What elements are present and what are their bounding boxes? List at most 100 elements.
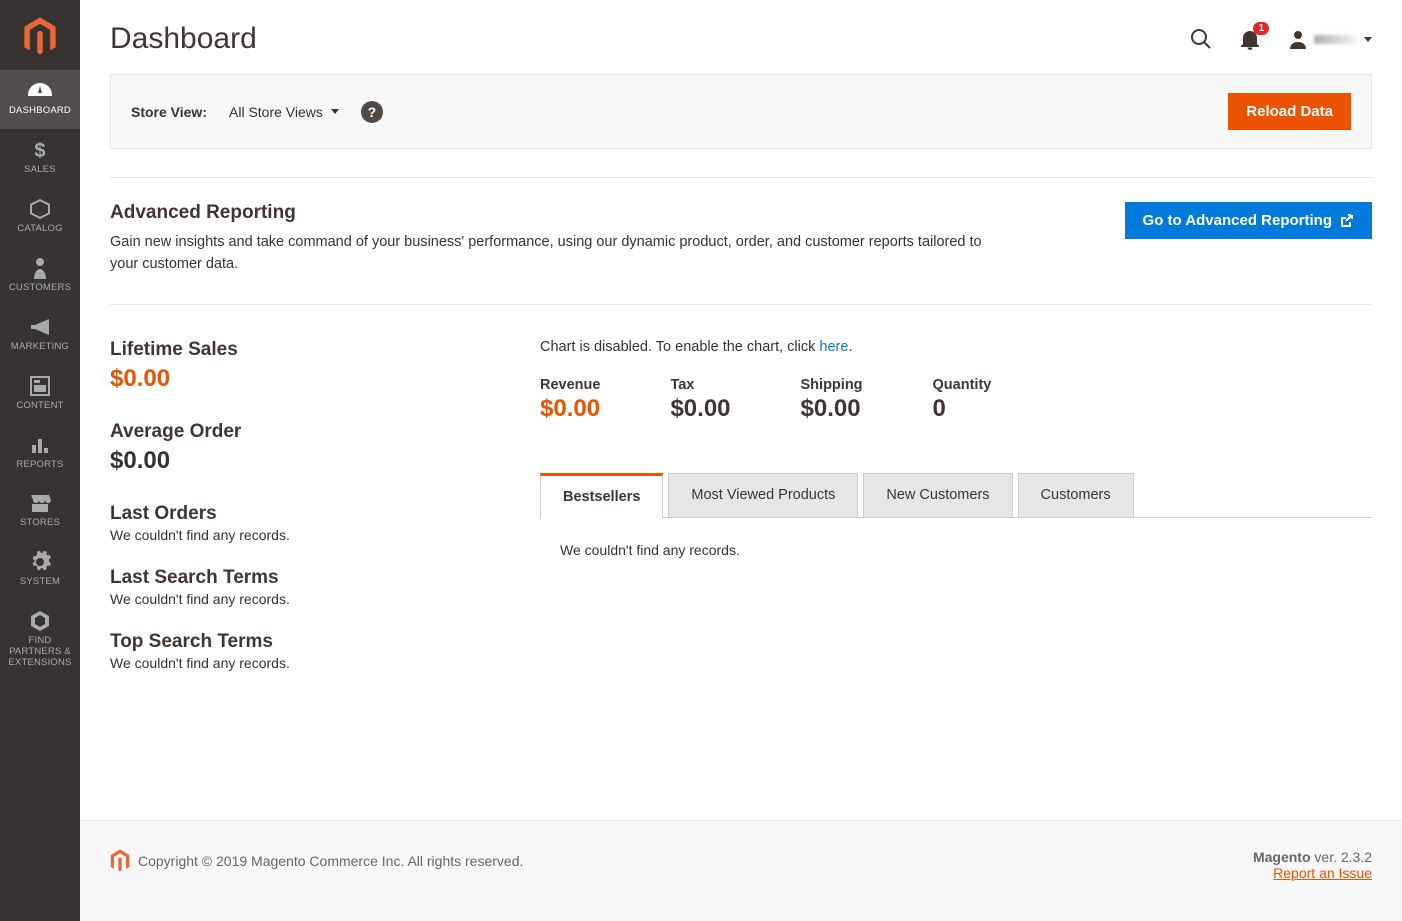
help-icon[interactable]: ?	[361, 101, 383, 123]
page-title: Dashboard	[110, 22, 257, 56]
footer-version-value: ver. 2.3.2	[1311, 849, 1372, 865]
user-menu[interactable]	[1288, 29, 1372, 49]
sidebar-item-label: DASHBOARD	[9, 106, 71, 117]
notification-badge: 1	[1253, 22, 1269, 35]
advanced-reporting-section: Advanced Reporting Gain new insights and…	[110, 177, 1372, 304]
top-search-terms-block: Top Search Terms We couldn't find any re…	[110, 631, 510, 671]
sidebar-item-label: CATALOG	[17, 224, 62, 235]
megaphone-icon	[28, 316, 52, 338]
average-order-value: $0.00	[110, 447, 510, 475]
footer-copyright: Copyright © 2019 Magento Commerce Inc. A…	[138, 853, 523, 869]
store-view-bar: Store View: All Store Views ? Reload Dat…	[110, 74, 1372, 149]
metric-quantity-label: Quantity	[933, 377, 992, 393]
magento-logo-icon	[23, 17, 57, 57]
bars-icon	[28, 434, 52, 456]
tab-content: We couldn't find any records.	[540, 518, 1372, 582]
top-search-terms-empty: We couldn't find any records.	[110, 655, 510, 671]
metric-tax: Tax $0.00	[670, 377, 730, 423]
store-view-label: Store View:	[131, 104, 207, 120]
last-orders-title: Last Orders	[110, 503, 510, 525]
tab-bestsellers[interactable]: Bestsellers	[540, 473, 663, 518]
last-orders-empty: We couldn't find any records.	[110, 527, 510, 543]
footer-version-label: Magento	[1253, 849, 1311, 865]
metric-revenue: Revenue $0.00	[540, 377, 600, 423]
lifetime-sales-label: Lifetime Sales	[110, 339, 510, 361]
tab-most-viewed[interactable]: Most Viewed Products	[668, 473, 858, 517]
external-link-icon	[1340, 214, 1354, 228]
last-search-terms-block: Last Search Terms We couldn't find any r…	[110, 567, 510, 607]
sidebar-item-dashboard[interactable]: DASHBOARD	[0, 70, 80, 129]
metric-shipping-value: $0.00	[801, 395, 863, 423]
sidebar-item-marketing[interactable]: MARKETING	[0, 306, 80, 365]
gear-icon	[28, 551, 52, 573]
lifetime-sales-value: $0.00	[110, 365, 510, 393]
last-search-terms-empty: We couldn't find any records.	[110, 591, 510, 607]
layout-icon	[28, 375, 52, 397]
top-search-terms-title: Top Search Terms	[110, 631, 510, 653]
sidebar-item-label: FIND PARTNERS & EXTENSIONS	[3, 636, 77, 669]
sidebar-item-system[interactable]: SYSTEM	[0, 541, 80, 600]
search-icon[interactable]	[1190, 28, 1212, 50]
sidebar-item-catalog[interactable]: CATALOG	[0, 188, 80, 247]
person-icon	[28, 257, 52, 279]
dollar-icon: $	[28, 139, 52, 161]
notifications-button[interactable]: 1	[1240, 28, 1260, 50]
sidebar-item-label: MARKETING	[11, 342, 69, 353]
tab-customers[interactable]: Customers	[1018, 473, 1134, 517]
sidebar-item-label: REPORTS	[16, 460, 63, 471]
sidebar-item-label: SYSTEM	[20, 577, 60, 588]
sidebar-item-partners[interactable]: FIND PARTNERS & EXTENSIONS	[0, 600, 80, 681]
store-view-selected: All Store Views	[229, 104, 323, 120]
sidebar-item-label: CUSTOMERS	[9, 283, 71, 294]
sidebar-item-reports[interactable]: REPORTS	[0, 424, 80, 483]
chart-msg-pre: Chart is disabled. To enable the chart, …	[540, 339, 819, 355]
sidebar-item-label: CONTENT	[16, 401, 63, 412]
sidebar-item-label: STORES	[20, 518, 60, 529]
partners-icon	[28, 610, 52, 632]
sidebar-item-sales[interactable]: $ SALES	[0, 129, 80, 188]
last-orders-block: Last Orders We couldn't find any records…	[110, 503, 510, 543]
store-view-select[interactable]: All Store Views	[229, 104, 339, 120]
report-issue-link[interactable]: Report an Issue	[1273, 865, 1372, 881]
user-name	[1314, 35, 1358, 44]
metric-revenue-value: $0.00	[540, 395, 600, 423]
advanced-reporting-desc: Gain new insights and take command of yo…	[110, 232, 1010, 276]
chevron-down-icon	[331, 109, 339, 114]
sidebar-item-stores[interactable]: STORES	[0, 482, 80, 541]
store-icon	[28, 492, 52, 514]
user-icon	[1288, 29, 1308, 49]
dashboard-icon	[28, 80, 52, 102]
tab-new-customers[interactable]: New Customers	[863, 473, 1012, 517]
metrics-row: Revenue $0.00 Tax $0.00 Shipping $0.00	[540, 377, 1372, 423]
footer-version: Magento ver. 2.3.2	[1253, 849, 1372, 865]
lifetime-sales-block: Lifetime Sales $0.00	[110, 339, 510, 393]
enable-chart-link[interactable]: here	[819, 339, 848, 355]
sidebar-item-label: SALES	[24, 165, 56, 176]
sidebar-item-customers[interactable]: CUSTOMERS	[0, 247, 80, 306]
sidebar-item-content[interactable]: CONTENT	[0, 365, 80, 424]
chevron-down-icon	[1364, 37, 1372, 42]
average-order-label: Average Order	[110, 421, 510, 443]
metric-tax-label: Tax	[670, 377, 730, 393]
footer: Copyright © 2019 Magento Commerce Inc. A…	[80, 820, 1402, 921]
metric-tax-value: $0.00	[670, 395, 730, 423]
tabs: Bestsellers Most Viewed Products New Cus…	[540, 473, 1372, 518]
metric-revenue-label: Revenue	[540, 377, 600, 393]
metric-quantity-value: 0	[933, 395, 992, 423]
chart-msg-post: .	[848, 339, 852, 355]
svg-text:$: $	[34, 140, 45, 161]
sidebar: DASHBOARD $ SALES CATALOG CUSTOMERS MARK…	[0, 0, 80, 921]
metric-quantity: Quantity 0	[933, 377, 992, 423]
logo[interactable]	[0, 0, 80, 70]
advanced-reporting-button-label: Go to Advanced Reporting	[1143, 212, 1332, 229]
advanced-reporting-title: Advanced Reporting	[110, 202, 1010, 224]
magento-logo-small-icon	[110, 849, 130, 873]
box-icon	[28, 198, 52, 220]
last-search-terms-title: Last Search Terms	[110, 567, 510, 589]
reload-data-button[interactable]: Reload Data	[1228, 93, 1351, 130]
advanced-reporting-button[interactable]: Go to Advanced Reporting	[1125, 202, 1372, 239]
metric-shipping-label: Shipping	[801, 377, 863, 393]
metric-shipping: Shipping $0.00	[801, 377, 863, 423]
average-order-block: Average Order $0.00	[110, 421, 510, 475]
chart-disabled-message: Chart is disabled. To enable the chart, …	[540, 339, 1372, 355]
